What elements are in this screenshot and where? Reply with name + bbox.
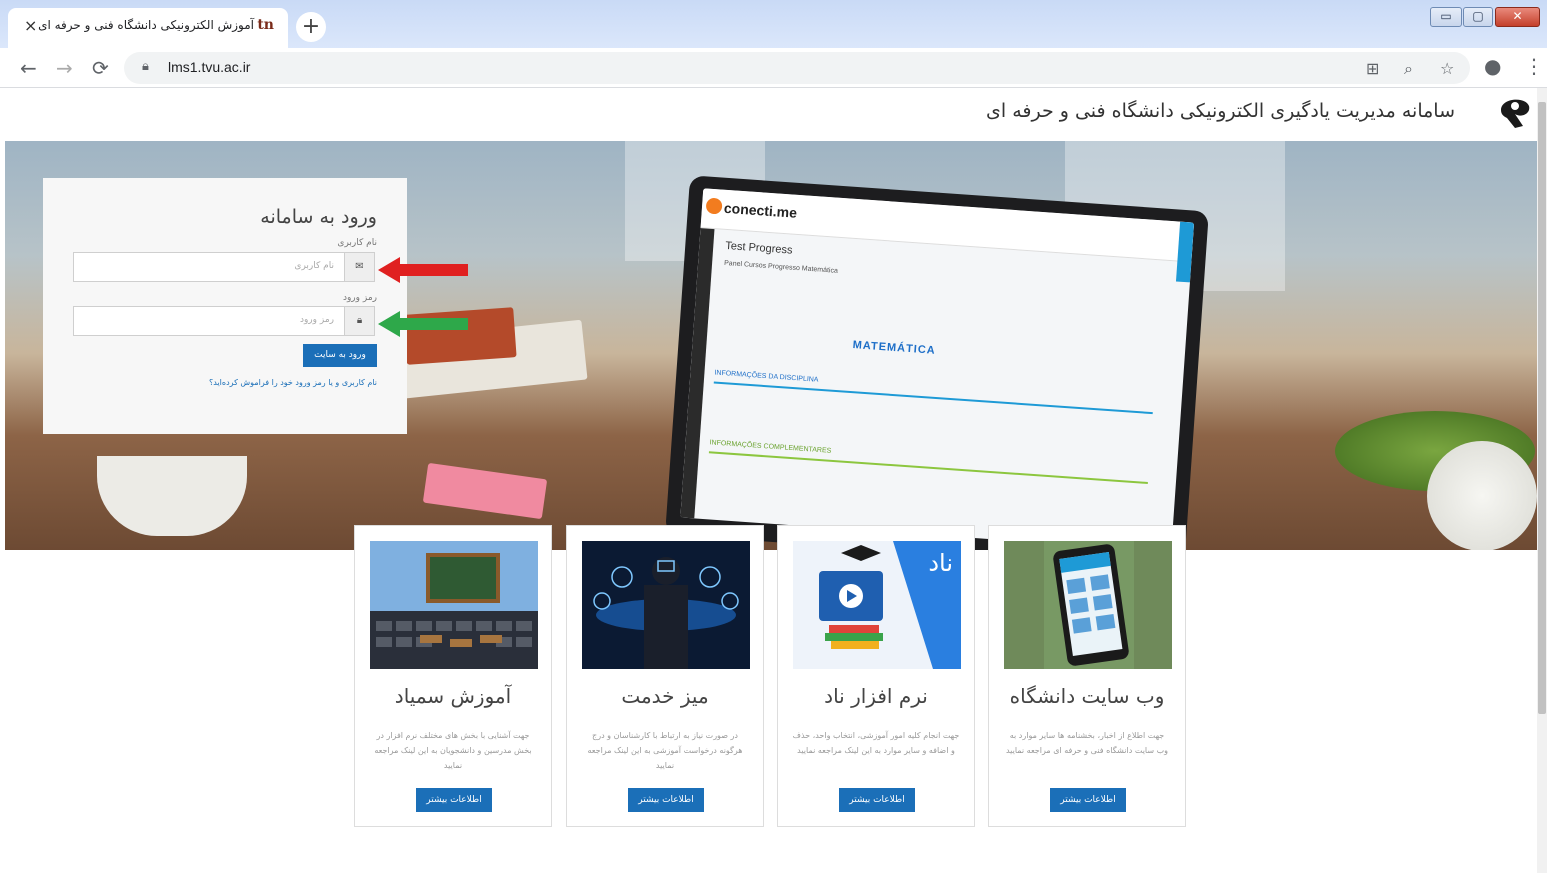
card-description: جهت انجام کلیه امور آموزشی، انتخاب واحد،… [792, 731, 960, 755]
translate-icon[interactable]: ⊞ [1366, 59, 1379, 78]
nad-badge: ناد [928, 549, 953, 577]
password-label: رمز ورود [342, 293, 377, 303]
laptop-screen: conecti.me Test Progress Panel Cursos Pr… [680, 188, 1195, 550]
card-description: جهت آشنایی با بخش های مختلف نرم افزار در… [374, 731, 532, 770]
login-panel: ورود به سامانه نام کاربری ✉ نام کاربری ر… [43, 178, 407, 434]
username-pointer-arrow-icon [378, 257, 468, 283]
card-service-desk: میز خدمت در صورت نیاز به ارتباط با کارشن… [566, 525, 764, 827]
forward-arrow-icon[interactable]: → [56, 56, 73, 80]
card-image-classroom [370, 541, 538, 669]
screen-tabs: Panel Cursos Progresso Matemática [723, 259, 839, 275]
address-bar[interactable]: 🔒︎ lms1.tvu.ac.ir ⊞ ⌕ ☆ [124, 52, 1470, 84]
tab-title: آموزش الکترونیکی دانشگاه فنی و حرفه ای [38, 18, 254, 32]
username-placeholder: نام کاربری [294, 261, 334, 271]
card-title: نرم افزار ناد [824, 684, 928, 708]
screen-accent [1175, 221, 1195, 283]
card-more-info-button[interactable]: اطلاعات بیشتر [839, 788, 915, 812]
digital-services-image [582, 541, 750, 669]
window-close-button[interactable]: ✕ [1495, 7, 1540, 27]
screen-section-1-line [713, 381, 1153, 415]
hero-coffee-cup [97, 456, 247, 536]
envelope-icon: ✉ [344, 253, 374, 281]
hero-sticky-note [422, 462, 548, 520]
card-title: وب سایت دانشگاه [1009, 684, 1165, 708]
browser-menu-icon[interactable]: ⋮ [1524, 54, 1544, 78]
site-title: سامانه مدیریت یادگیری الکترونیکی دانشگاه… [986, 100, 1455, 122]
card-samyad: آموزش سمیاد جهت آشنایی با بخش های مختلف … [354, 525, 552, 827]
card-nad: ناد نرم افزار ناد جهت انجام کلیه امور آم… [777, 525, 975, 827]
site-favicon-icon: tn [257, 17, 274, 33]
card-image-website [1004, 541, 1172, 669]
card-more-info-button[interactable]: اطلاعات بیشتر [628, 788, 704, 812]
card-description: جهت اطلاع از اخبار، بخشنامه ها سایر موار… [1005, 731, 1169, 755]
card-more-info-button[interactable]: اطلاعات بیشتر [416, 788, 492, 812]
hero-laptop: conecti.me Test Progress Panel Cursos Pr… [665, 175, 1209, 550]
screen-subject: MATEMÁTICA [852, 339, 937, 357]
card-title: آموزش سمیاد [394, 684, 512, 708]
card-image-nad: ناد [793, 541, 961, 669]
screen-page-title: Test Progress [724, 239, 793, 257]
site-header: سامانه مدیریت یادگیری الکترونیکی دانشگاه… [0, 88, 1547, 140]
new-tab-button[interactable]: + [296, 12, 326, 42]
page-scrollbar-thumb[interactable] [1538, 102, 1546, 714]
card-image-services [582, 541, 750, 669]
back-arrow-icon[interactable]: ← [20, 56, 37, 80]
bookmark-star-icon[interactable]: ☆ [1440, 59, 1454, 78]
card-title: میز خدمت [621, 684, 709, 708]
username-label: نام کاربری [337, 238, 377, 248]
login-submit-button[interactable]: ورود به سایت [303, 344, 377, 367]
browser-tabstrip: tn آموزش الکترونیکی دانشگاه فنی و حرفه ا… [0, 0, 1547, 48]
window-maximize-button[interactable]: ▢ [1463, 7, 1493, 27]
profile-avatar-icon[interactable]: ● [1484, 54, 1501, 78]
lock-icon: 🔒︎ [344, 307, 374, 335]
zoom-icon[interactable]: ⌕ [1404, 59, 1413, 79]
reload-icon[interactable]: ⟳ [92, 56, 109, 80]
password-pointer-arrow-icon [378, 311, 468, 337]
hero-pot [1427, 441, 1537, 550]
university-logo [1501, 99, 1530, 128]
login-title: ورود به سامانه [260, 206, 377, 228]
address-url[interactable]: lms1.tvu.ac.ir [168, 59, 250, 75]
lock-icon: 🔒︎ [142, 59, 149, 74]
password-placeholder: رمز ورود [299, 315, 334, 325]
smartphone-image [1004, 541, 1172, 669]
classroom-keyboard-image [370, 541, 538, 669]
close-tab-icon[interactable]: × [24, 16, 37, 35]
card-description: در صورت نیاز به ارتباط با کارشناسان و در… [587, 731, 743, 770]
browser-toolbar: ← → ⟳ 🔒︎ lms1.tvu.ac.ir ⊞ ⌕ ☆ ● ⋮ [0, 48, 1547, 88]
screen-sidebar [680, 228, 715, 519]
password-field[interactable]: 🔒︎ رمز ورود [73, 306, 375, 336]
browser-tab[interactable]: tn آموزش الکترونیکی دانشگاه فنی و حرفه ا… [8, 8, 288, 48]
forgot-password-link[interactable]: نام کاربری و یا رمز ورود خود را فراموش ک… [209, 378, 377, 387]
screen-section-2-line [708, 451, 1148, 484]
window-minimize-button[interactable]: ▭ [1430, 7, 1462, 27]
username-field[interactable]: ✉ نام کاربری [73, 252, 375, 282]
card-more-info-button[interactable]: اطلاعات بیشتر [1050, 788, 1126, 812]
card-university-website: وب سایت دانشگاه جهت اطلاع از اخبار، بخشن… [988, 525, 1186, 827]
